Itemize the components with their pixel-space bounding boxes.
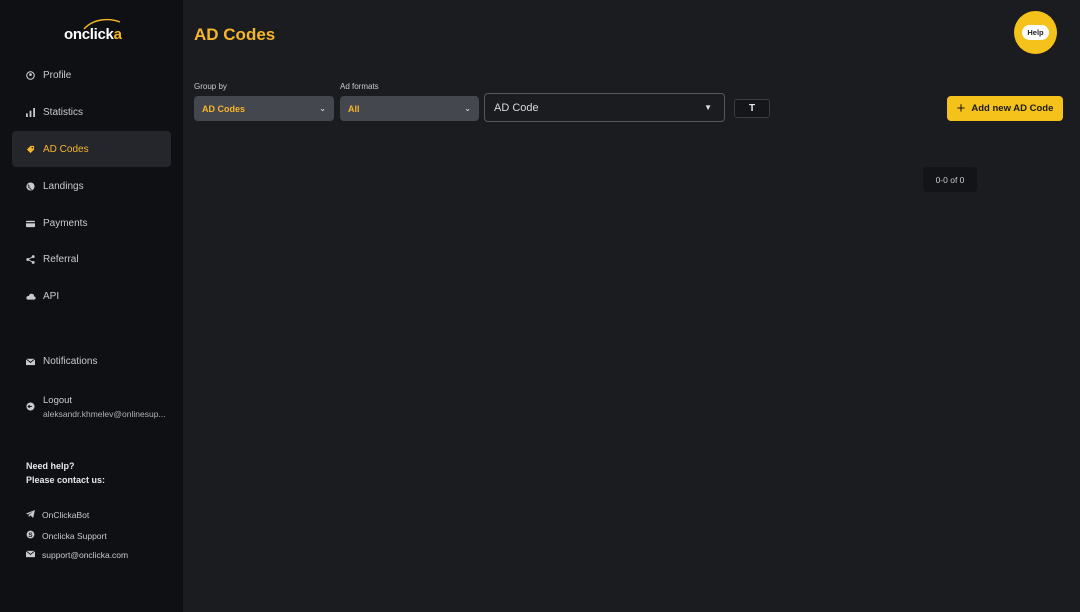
need-help-line: Need help? (26, 461, 75, 471)
contact-label: OnClickaBot (42, 510, 90, 520)
pagination-text: 0-0 of 0 (935, 174, 965, 185)
sidebar-item-ad-codes[interactable]: AD Codes (12, 131, 171, 167)
contact-email[interactable]: support@onclicka.com (25, 550, 129, 560)
sidebar-item-label: Notifications (43, 355, 98, 367)
ad-code-select[interactable]: AD Code ▼ (484, 93, 725, 122)
contact-us-line: Please contact us: (26, 475, 106, 485)
plus-icon: + (956, 100, 966, 117)
contact-telegram[interactable]: OnClickaBot (26, 510, 89, 520)
add-ad-code-button[interactable]: + Add new AD Code (947, 96, 1063, 121)
text-filter-icon: T (748, 103, 756, 114)
pagination-info: 0-0 of 0 (923, 167, 977, 192)
group-by-value: AD Codes (202, 103, 246, 114)
telegram-icon (26, 510, 35, 520)
sidebar-item-landings[interactable]: Landings (12, 168, 171, 204)
logout-button[interactable]: Logout aleksandr.khmelev@onlinesup... (12, 390, 177, 424)
contact-label: support@onclicka.com (42, 550, 129, 560)
onclicka-logo[interactable]: onclick a (64, 18, 122, 46)
ad-formats-value: All (348, 103, 360, 114)
cloud-icon (26, 292, 36, 301)
sidebar-item-label: AD Codes (43, 143, 89, 155)
mail-icon (25, 357, 36, 366)
sidebar-item-label: Landings (43, 180, 84, 192)
ad-formats-select[interactable]: All ⌄ (340, 96, 479, 121)
sidebar-item-profile[interactable]: Profile (12, 57, 171, 93)
add-ad-code-label: Add new AD Code (971, 103, 1054, 114)
help-button[interactable]: Help (1014, 11, 1057, 54)
page-title: AD Codes (194, 25, 276, 44)
sidebar-item-referral[interactable]: Referral (12, 241, 171, 277)
sidebar-item-statistics[interactable]: Statistics (12, 94, 171, 130)
sidebar-item-label: Payments (43, 217, 88, 229)
sidebar-item-label: Referral (43, 253, 79, 265)
sidebar-item-payments[interactable]: Payments (12, 205, 171, 241)
sidebar-item-api[interactable]: API (12, 278, 171, 314)
logout-label: Logout (43, 395, 73, 406)
sidebar-item-label: API (43, 290, 60, 302)
text-filter-button[interactable]: T (734, 99, 770, 118)
ad-code-select-value: AD Code (494, 101, 539, 114)
user-email: aleksandr.khmelev@onlinesup... (43, 409, 166, 419)
sidebar-item-label: Statistics (43, 106, 84, 118)
ad-formats-label: Ad formats (340, 82, 379, 91)
globe-icon (26, 181, 35, 191)
sidebar: onclick a Profile Statistics AD Codes Lan… (0, 0, 183, 612)
chevron-down-icon: ⌄ (319, 104, 326, 113)
logo-swoosh-icon (83, 18, 121, 30)
contact-skype[interactable]: S Onclicka Support (26, 530, 107, 541)
caret-down-icon: ▼ (704, 103, 712, 112)
card-icon (26, 219, 35, 228)
group-by-select[interactable]: AD Codes ⌄ (194, 96, 334, 121)
tag-icon (26, 145, 35, 154)
sidebar-item-notifications[interactable]: Notifications (12, 343, 171, 379)
help-label: Help (1022, 25, 1049, 40)
mail-icon (25, 550, 36, 560)
chevron-down-icon: ⌄ (464, 104, 471, 113)
contact-label: Onclicka Support (42, 530, 107, 541)
group-by-label: Group by (194, 82, 227, 91)
share-icon (26, 254, 35, 264)
skype-icon: S (26, 530, 35, 541)
logout-icon (26, 398, 35, 416)
need-help-text: Need help? Please contact us: (26, 459, 105, 487)
svg-text:S: S (28, 532, 32, 539)
bar-chart-icon (26, 107, 35, 117)
sidebar-item-label: Profile (43, 69, 72, 81)
user-circle-icon (26, 70, 35, 80)
